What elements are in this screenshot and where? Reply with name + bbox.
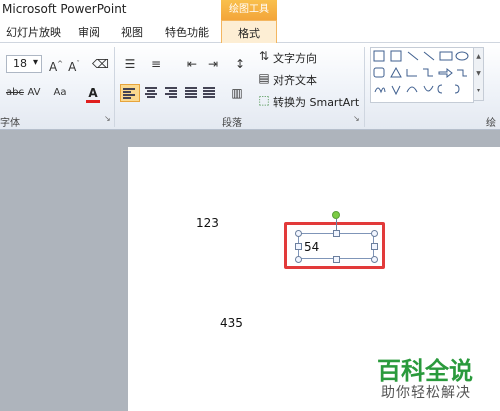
- strikethrough-icon[interactable]: abc: [6, 85, 24, 101]
- font-color-bar: [86, 100, 100, 103]
- tab-review[interactable]: 审阅: [78, 24, 100, 40]
- resize-handle-bottom-left[interactable]: [295, 256, 302, 263]
- drawing-group-label: 绘: [486, 118, 496, 129]
- paragraph-group-label: 段落: [222, 118, 242, 129]
- font-size-box[interactable]: 18 ▾: [6, 55, 42, 73]
- columns-icon[interactable]: ▥: [229, 85, 245, 101]
- align-text-button[interactable]: 对齐文本: [273, 72, 317, 88]
- align-center-icon[interactable]: [144, 85, 160, 101]
- shapes-gallery-icons: [373, 50, 469, 96]
- text-direction-icon: ⇅: [258, 49, 270, 63]
- justify-icon[interactable]: [184, 85, 200, 101]
- chevron-down-icon[interactable]: ▼: [474, 65, 483, 82]
- char-spacing-icon[interactable]: AV: [26, 85, 42, 101]
- tab-format[interactable]: 格式: [221, 20, 277, 43]
- align-right-icon[interactable]: [164, 85, 180, 101]
- grow-font-icon[interactable]: A^: [48, 56, 64, 74]
- smartart-icon: ⬚: [258, 93, 270, 107]
- slide-text-435[interactable]: 435: [220, 316, 243, 330]
- font-group-label: 字体: [0, 118, 20, 129]
- font-color-icon[interactable]: A: [85, 85, 101, 101]
- align-left-button[interactable]: [120, 84, 140, 102]
- shapes-gallery[interactable]: [370, 47, 474, 103]
- chevron-down-icon: ▾: [33, 57, 39, 68]
- drawing-tools-context-label: 绘图工具: [221, 0, 277, 20]
- resize-handle-bottom[interactable]: [333, 256, 340, 263]
- bullets-icon[interactable]: ☰: [122, 56, 138, 72]
- paragraph-dialog-launcher-icon[interactable]: ↘: [353, 115, 361, 123]
- chevron-up-icon[interactable]: ▲: [474, 48, 483, 65]
- rotation-handle[interactable]: [332, 211, 340, 219]
- tab-format-label: 格式: [238, 27, 260, 40]
- increase-indent-icon[interactable]: ⇥: [205, 56, 221, 72]
- slides-panel: [0, 130, 126, 411]
- resize-handle-left[interactable]: [295, 243, 302, 250]
- resize-handle-top-right[interactable]: [371, 230, 378, 237]
- gallery-scroll[interactable]: ▲ ▼ ▾: [473, 47, 484, 101]
- font-dialog-launcher-icon[interactable]: ↘: [104, 115, 112, 123]
- slide-text-123[interactable]: 123: [196, 216, 219, 230]
- change-case-icon[interactable]: Aa: [52, 85, 68, 101]
- resize-handle-bottom-right[interactable]: [371, 256, 378, 263]
- app-title: Microsoft PowerPoint: [2, 2, 127, 16]
- group-separator: [114, 47, 115, 127]
- resize-handle-right[interactable]: [371, 243, 378, 250]
- watermark-subtitle: 助你轻松解决: [381, 385, 471, 401]
- resize-handle-top-left[interactable]: [295, 230, 302, 237]
- convert-smartart-button[interactable]: 转换为 SmartArt: [273, 94, 359, 110]
- watermark-title: 百科全说: [377, 357, 473, 385]
- numbering-icon[interactable]: ≡: [148, 56, 164, 72]
- align-text-icon: ▤: [258, 71, 270, 85]
- decrease-indent-icon[interactable]: ⇤: [184, 56, 200, 72]
- resize-handle-top[interactable]: [333, 230, 340, 237]
- tab-view[interactable]: 视图: [121, 24, 143, 40]
- more-icon[interactable]: ▾: [474, 82, 483, 99]
- clear-format-icon[interactable]: ⌫: [92, 56, 109, 72]
- distributed-icon[interactable]: [202, 85, 218, 101]
- tab-features[interactable]: 特色功能: [165, 24, 209, 40]
- shrink-font-icon[interactable]: Aˇ: [66, 56, 82, 74]
- text-direction-button[interactable]: 文字方向: [273, 50, 317, 66]
- line-spacing-icon[interactable]: ↕: [232, 56, 248, 72]
- font-size-value: 18: [13, 57, 27, 70]
- tab-slideshow[interactable]: 幻灯片放映: [6, 24, 61, 40]
- slide-text-54[interactable]: 54: [304, 240, 319, 254]
- group-separator: [364, 47, 365, 127]
